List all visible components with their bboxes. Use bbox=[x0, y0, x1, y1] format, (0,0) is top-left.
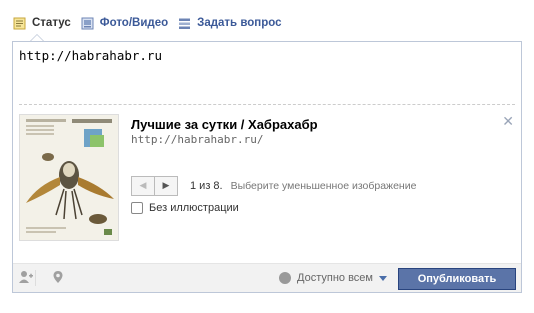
tab-status-label: Статус bbox=[32, 17, 71, 29]
active-tab-pointer bbox=[30, 34, 44, 41]
prev-thumbnail-button[interactable]: ◀ bbox=[131, 175, 154, 196]
chevron-down-icon bbox=[379, 275, 387, 281]
thumbnail-pager: ◀ ▶ 1 из 8. Выберите уменьшенное изображ… bbox=[131, 175, 417, 196]
pager-count: 1 из 8. bbox=[190, 179, 223, 192]
pager-hint: Выберите уменьшенное изображение bbox=[230, 179, 417, 192]
status-input[interactable]: http://habrahabr.ru bbox=[19, 48, 162, 63]
no-thumbnail-label: Без иллюстрации bbox=[149, 202, 239, 214]
next-thumbnail-button[interactable]: ▶ bbox=[154, 175, 178, 196]
status-note-icon bbox=[13, 17, 26, 30]
triangle-left-icon: ◀ bbox=[139, 180, 147, 190]
composer-footer: Доступно всем Опубликовать bbox=[13, 263, 521, 292]
preview-thumbnail[interactable] bbox=[19, 114, 119, 241]
location-pin-icon[interactable] bbox=[49, 270, 67, 286]
globe-icon bbox=[279, 272, 292, 284]
photo-video-icon bbox=[81, 17, 94, 30]
tab-photo-video-label: Фото/Видео bbox=[99, 17, 169, 29]
audience-label: Доступно всем bbox=[297, 272, 373, 284]
composer-box: http://habrahabr.ru ✕ Лучшие за сутки / … bbox=[12, 41, 522, 293]
triangle-right-icon: ▶ bbox=[162, 180, 170, 190]
audience-selector[interactable]: Доступно всем bbox=[279, 272, 387, 284]
close-icon[interactable]: ✕ bbox=[502, 113, 514, 130]
no-thumbnail-checkbox[interactable] bbox=[131, 202, 143, 214]
preview-url: http://habrahabr.ru/ bbox=[131, 133, 264, 146]
tab-ask-question-label: Задать вопрос bbox=[197, 17, 282, 29]
question-list-icon bbox=[178, 17, 191, 30]
add-person-icon[interactable] bbox=[17, 270, 36, 286]
composer-tabs: Статус Фото/Видео Задать вопрос bbox=[13, 12, 292, 34]
publish-button[interactable]: Опубликовать bbox=[398, 268, 516, 290]
no-thumbnail-option[interactable]: Без иллюстрации bbox=[131, 202, 239, 214]
tab-status[interactable]: Статус bbox=[13, 17, 71, 30]
tab-photo-video[interactable]: Фото/Видео bbox=[81, 17, 168, 30]
tab-ask-question[interactable]: Задать вопрос bbox=[178, 17, 282, 30]
divider bbox=[19, 104, 515, 105]
preview-title[interactable]: Лучшие за сутки / Хабрахабр bbox=[131, 117, 318, 132]
